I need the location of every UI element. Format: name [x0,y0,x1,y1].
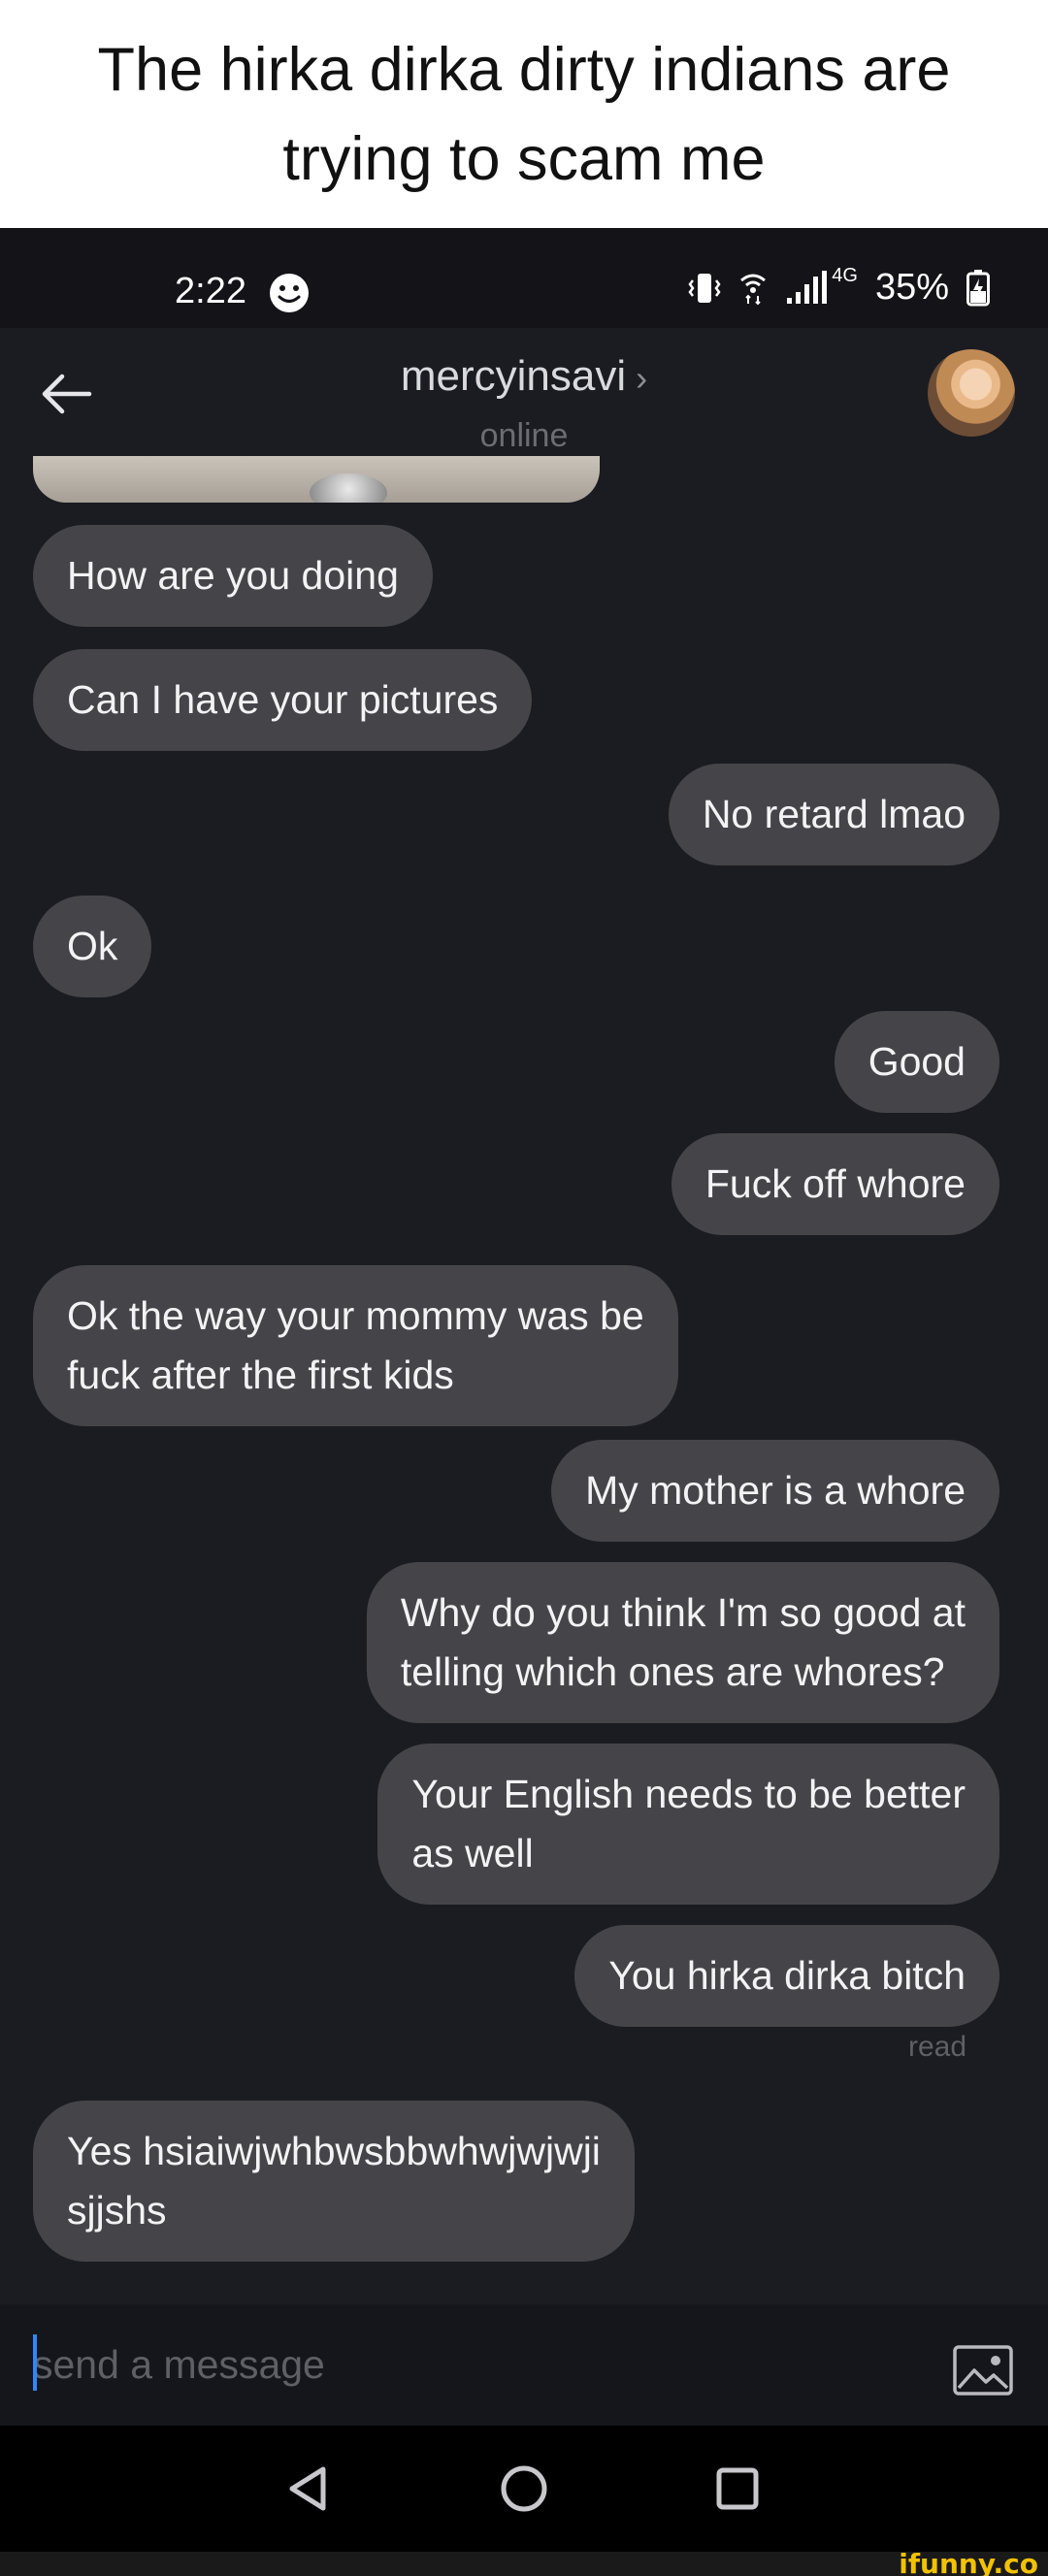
status-time: 2:22 [175,271,246,311]
chevron-right-icon[interactable]: › [636,358,647,398]
meme-caption: The hirka dirka dirty indians are trying… [0,0,1048,228]
text-cursor [33,2334,37,2391]
battery-charging-icon [966,269,990,306]
caption-text: The hirka dirka dirty indians are trying… [97,35,951,193]
signal-icon [787,270,828,304]
nav-back-icon[interactable] [284,2464,333,2513]
read-receipt: read [907,2031,966,2063]
message-bubble-sent[interactable]: You hirka dirka bitch [574,1925,999,2027]
message-bubble-sent[interactable]: Good [834,1011,999,1113]
message-bubble-received[interactable]: How are you doing [33,525,433,627]
network-type: 4G [832,265,858,286]
ifunny-watermark: ifunny.co [899,2548,1038,2576]
smiley-icon [270,274,309,312]
message-bubble-sent[interactable]: Why do you think I'm so good at telling … [366,1562,999,1723]
image-message[interactable] [33,456,600,503]
message-bubble-sent[interactable]: No retard lmao [668,764,999,865]
message-bubble-sent[interactable]: Your English needs to be better as well [377,1744,999,1905]
chat-header: mercyinsavi › online [0,328,1048,466]
nav-recents-icon[interactable] [713,2464,762,2513]
message-list[interactable]: How are you doing Can I have your pictur… [0,456,1048,2304]
status-bar: 2:22 4G 35% [0,228,1048,328]
message-bubble-received[interactable]: Can I have your pictures [33,649,533,751]
status-icons: 4G 35% [688,265,990,309]
avatar[interactable] [928,349,1015,437]
image-attach-icon[interactable] [953,2345,1013,2396]
presence-status: online [479,417,569,454]
message-composer [0,2304,1048,2426]
message-bubble-sent[interactable]: My mother is a whore [551,1440,999,1542]
nav-home-icon[interactable] [498,2462,550,2515]
message-bubble-sent[interactable]: Fuck off whore [671,1133,999,1235]
screenshot-root: The hirka dirka dirty indians are trying… [0,0,1048,2576]
vibrate-icon [688,273,721,303]
message-bubble-received[interactable]: Ok the way your mommy was be fuck after … [33,1265,678,1426]
contact-name[interactable]: mercyinsavi › [0,352,1048,401]
message-bubble-received[interactable]: Ok [33,896,152,997]
contact-name-text[interactable]: mercyinsavi [401,352,626,400]
message-input[interactable] [33,2333,887,2396]
message-bubble-received[interactable]: Yes hsiaiwjwhbwsbbwhwjwjwji sjjshs [33,2101,635,2262]
system-nav-bar [0,2426,1048,2552]
battery-percent: 35% [874,267,949,308]
watermark-strip: ifunny.co [0,2548,1048,2576]
wifi-icon [740,274,767,305]
